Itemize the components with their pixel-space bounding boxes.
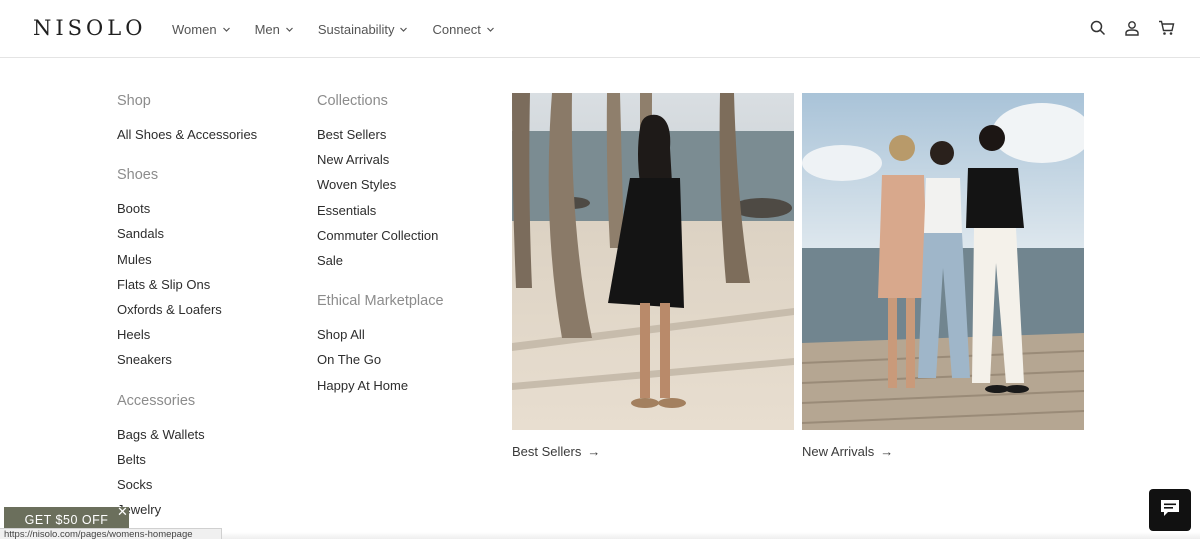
nav-men-label: Men xyxy=(254,21,280,37)
feature-best-sellers: Best Sellers → xyxy=(512,93,794,459)
shoes-section: Shoes Boots Sandals Mules Flats & Slip O… xyxy=(117,167,257,372)
new-arrivals-image[interactable] xyxy=(802,93,1084,430)
collections-heading: Collections xyxy=(317,93,388,109)
menu-link-mules[interactable]: Mules xyxy=(117,247,257,272)
menu-link-happy-at-home[interactable]: Happy At Home xyxy=(317,373,444,398)
close-icon[interactable]: ✕ xyxy=(116,505,129,518)
nav-sustainability[interactable]: Sustainability xyxy=(318,22,408,37)
best-sellers-image[interactable] xyxy=(512,93,794,430)
chat-bubble-icon xyxy=(1160,499,1180,522)
chat-button[interactable] xyxy=(1149,489,1191,531)
cart-icon[interactable] xyxy=(1156,18,1176,38)
ethical-marketplace-section: Ethical Marketplace Shop All On The Go H… xyxy=(317,293,444,398)
best-sellers-caption: Best Sellers xyxy=(512,444,582,459)
nav-connect-label: Connect xyxy=(432,21,481,37)
menu-link-boots[interactable]: Boots xyxy=(117,196,257,221)
menu-link-jewelry[interactable]: Jewelry xyxy=(117,497,257,522)
browser-status-url: https://nisolo.com/pages/womens-homepage xyxy=(0,528,222,539)
menu-link-new-arrivals[interactable]: New Arrivals xyxy=(317,147,444,172)
menu-link-best-sellers[interactable]: Best Sellers xyxy=(317,122,444,147)
ethical-marketplace-heading: Ethical Marketplace xyxy=(317,293,444,310)
best-sellers-link[interactable]: Best Sellers → xyxy=(512,444,794,459)
menu-link-flats-slip-ons[interactable]: Flats & Slip Ons xyxy=(117,272,257,297)
header-icons xyxy=(1074,18,1176,38)
site-header: NISOLO Women Men Sustainability Connect xyxy=(0,0,1200,58)
search-icon[interactable] xyxy=(1088,18,1108,38)
new-arrivals-caption: New Arrivals xyxy=(802,444,875,459)
menu-link-woven-styles[interactable]: Woven Styles xyxy=(317,172,444,197)
shop-heading: Shop xyxy=(117,93,151,109)
accessories-heading: Accessories xyxy=(117,392,196,409)
menu-link-sale[interactable]: Sale xyxy=(317,248,444,273)
menu-link-commuter-collection[interactable]: Commuter Collection xyxy=(317,223,444,248)
nav-men[interactable]: Men xyxy=(255,22,293,37)
menu-link-shop-all[interactable]: Shop All xyxy=(317,322,444,347)
menu-link-on-the-go[interactable]: On The Go xyxy=(317,347,444,372)
menu-link-oxfords-loafers[interactable]: Oxfords & Loafers xyxy=(117,297,257,322)
chevron-down-icon xyxy=(222,26,230,33)
menu-link-belts[interactable]: Belts xyxy=(117,447,257,472)
nav-women-label: Women xyxy=(172,21,217,37)
nav-women[interactable]: Women xyxy=(172,22,230,37)
main-nav: Women Men Sustainability Connect xyxy=(172,0,519,58)
chevron-down-icon xyxy=(285,26,293,33)
shop-section: Shop All Shoes & Accessories xyxy=(117,93,257,147)
menu-link-all-shoes-accessories[interactable]: All Shoes & Accessories xyxy=(117,122,257,147)
collections-section: Collections Best Sellers New Arrivals Wo… xyxy=(317,93,444,273)
chevron-down-icon xyxy=(400,26,408,33)
chevron-down-icon xyxy=(486,26,494,33)
menu-link-essentials[interactable]: Essentials xyxy=(317,198,444,223)
feature-new-arrivals: New Arrivals → xyxy=(802,93,1084,459)
account-icon[interactable] xyxy=(1122,18,1142,38)
arrow-right-icon: → xyxy=(880,444,894,459)
menu-link-bags-wallets[interactable]: Bags & Wallets xyxy=(117,422,257,447)
promo-label: GET $50 OFF xyxy=(24,513,109,527)
menu-column-1: Shop All Shoes & Accessories Shoes Boots… xyxy=(117,93,257,539)
menu-link-heels[interactable]: Heels xyxy=(117,322,257,347)
menu-column-2: Collections Best Sellers New Arrivals Wo… xyxy=(317,93,444,418)
menu-link-sandals[interactable]: Sandals xyxy=(117,221,257,246)
nisolo-logo[interactable]: NISOLO xyxy=(33,16,146,40)
new-arrivals-link[interactable]: New Arrivals → xyxy=(802,444,1084,459)
nav-sustainability-label: Sustainability xyxy=(317,21,395,37)
page-bottom-shadow xyxy=(222,532,1200,539)
shoes-heading: Shoes xyxy=(117,167,159,184)
menu-link-sneakers[interactable]: Sneakers xyxy=(117,347,257,372)
accessories-section: Accessories Bags & Wallets Belts Socks J… xyxy=(117,393,257,523)
nav-connect[interactable]: Connect xyxy=(432,21,494,37)
arrow-right-icon: → xyxy=(587,444,601,459)
menu-link-socks[interactable]: Socks xyxy=(117,472,257,497)
